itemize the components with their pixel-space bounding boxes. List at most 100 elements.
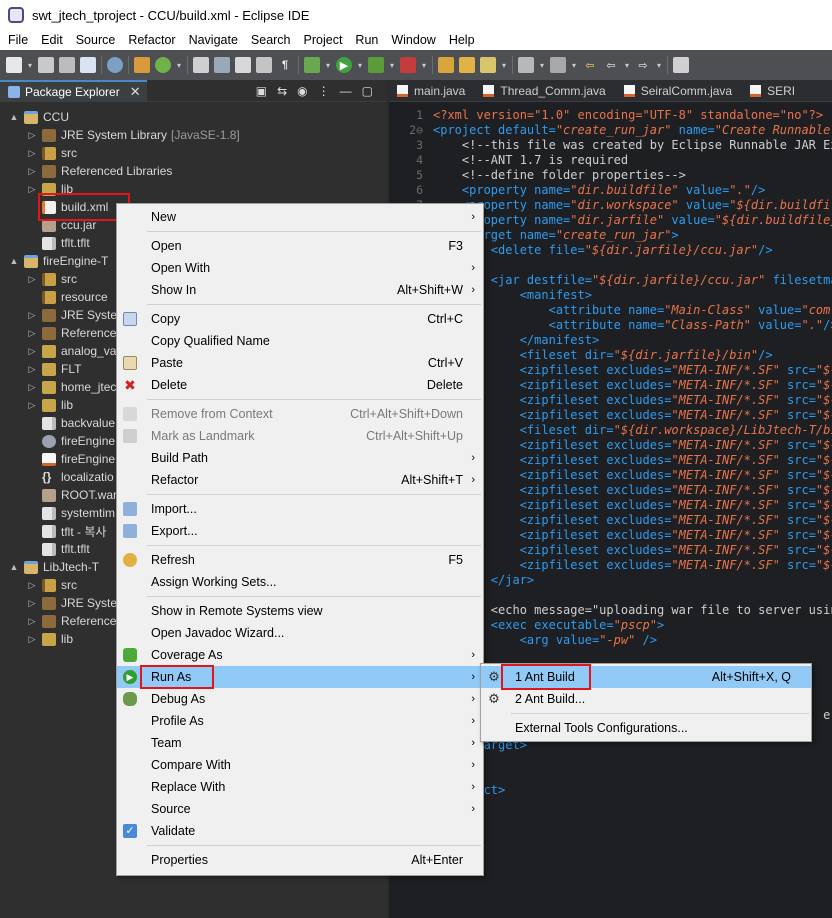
- new-icon[interactable]: [6, 57, 22, 73]
- pin-editor-icon[interactable]: [673, 57, 689, 73]
- menu-item-properties[interactable]: Properties Alt+Enter: [117, 849, 483, 871]
- menu-item-source[interactable]: Source ›: [117, 798, 483, 820]
- menu-navigate[interactable]: Navigate: [181, 33, 243, 47]
- annotation-prev-dropdown-icon[interactable]: ▾: [571, 57, 577, 73]
- menu-item-copy[interactable]: Copy Ctrl+C: [117, 308, 483, 330]
- menu-item-validate[interactable]: ✓ Validate: [117, 820, 483, 842]
- tree-item-jre-system[interactable]: ▷ JRE System: [26, 594, 127, 612]
- menu-item-build-path[interactable]: Build Path ›: [117, 447, 483, 469]
- menu-refactor[interactable]: Refactor: [120, 33, 180, 47]
- menu-item-new[interactable]: New ›: [117, 206, 483, 228]
- collapse-all-icon[interactable]: ▣: [256, 84, 267, 98]
- menu-item-assign-working-sets[interactable]: Assign Working Sets...: [117, 571, 483, 593]
- maximize-icon[interactable]: ▢: [362, 84, 373, 98]
- tree-item-fireengine[interactable]: fireEngine: [26, 432, 115, 450]
- expand-toggle-icon[interactable]: ▲: [8, 562, 20, 572]
- skip-breakpoints-icon[interactable]: [107, 57, 123, 73]
- menu-search[interactable]: Search: [243, 33, 296, 47]
- tree-item-tflt[interactable]: tflt - 복사: [26, 522, 106, 540]
- expand-toggle-icon[interactable]: ▷: [26, 328, 38, 339]
- menu-item-team[interactable]: Team ›: [117, 732, 483, 754]
- menu-item-compare-with[interactable]: Compare With ›: [117, 754, 483, 776]
- tree-item-referenced[interactable]: ▷ Referenced: [26, 612, 124, 630]
- tree-item-systemtim[interactable]: systemtim: [26, 504, 115, 522]
- tree-item-ccu[interactable]: ▲ CCU: [8, 108, 69, 126]
- expand-toggle-icon[interactable]: ▷: [26, 580, 38, 591]
- menu-item-show-in[interactable]: Show In Alt+Shift+W ›: [117, 279, 483, 301]
- tree-item-tflt-tflt[interactable]: tflt.tflt: [26, 540, 90, 558]
- open-type-icon[interactable]: [438, 57, 454, 73]
- sync-icon[interactable]: [193, 57, 209, 73]
- tree-item-jre-system[interactable]: ▷ JRE System: [26, 306, 127, 324]
- menu-item-open[interactable]: Open F3: [117, 235, 483, 257]
- external-tools-icon[interactable]: [400, 57, 416, 73]
- new-dropdown-icon[interactable]: ▾: [27, 57, 33, 73]
- tab-thread-comm-java[interactable]: Thread_Comm.java: [475, 80, 615, 102]
- menu-item-paste[interactable]: Paste Ctrl+V: [117, 352, 483, 374]
- menu-item-open-with[interactable]: Open With ›: [117, 257, 483, 279]
- tree-item-src[interactable]: ▷ src: [26, 144, 77, 162]
- menu-file[interactable]: File: [0, 33, 33, 47]
- tree-item-localizatio[interactable]: {} localizatio: [26, 468, 114, 486]
- tree-item-flt[interactable]: ▷ FLT: [26, 360, 82, 378]
- tree-item-src[interactable]: ▷ src: [26, 576, 77, 594]
- annotation-next-icon[interactable]: [518, 57, 534, 73]
- expand-toggle-icon[interactable]: ▷: [26, 148, 38, 159]
- annotation-next-dropdown-icon[interactable]: ▾: [539, 57, 545, 73]
- menu-item-profile-as[interactable]: Profile As ›: [117, 710, 483, 732]
- link-with-editor-icon[interactable]: ⇆: [277, 84, 287, 98]
- menu-project[interactable]: Project: [296, 33, 348, 47]
- last-edit-icon[interactable]: ⇦: [582, 57, 598, 73]
- menu-item-import[interactable]: Import...: [117, 498, 483, 520]
- pilcrow-icon[interactable]: ¶: [277, 57, 293, 73]
- expand-toggle-icon[interactable]: ▷: [26, 364, 38, 375]
- menu-item-copy-qualified-name[interactable]: Copy Qualified Name: [117, 330, 483, 352]
- print-icon[interactable]: [80, 57, 96, 73]
- minimize-icon[interactable]: —: [340, 84, 352, 98]
- expand-toggle-icon[interactable]: ▷: [26, 346, 38, 357]
- coverage-dropdown-icon[interactable]: ▾: [389, 57, 395, 73]
- view-menu-icon[interactable]: ⋮: [318, 84, 330, 98]
- menu-item-show-in-remote-systems-view[interactable]: Show in Remote Systems view: [117, 600, 483, 622]
- refresh-dropdown-icon[interactable]: ▾: [176, 57, 182, 73]
- save-all-icon[interactable]: [59, 57, 75, 73]
- tree-item-src[interactable]: ▷ src: [26, 270, 77, 288]
- tab-main-java[interactable]: main.java: [389, 80, 475, 102]
- tree-item-referenced-libraries[interactable]: ▷ Referenced Libraries: [26, 162, 173, 180]
- tree-item-analog-va[interactable]: ▷ analog_va: [26, 342, 117, 360]
- document-icon[interactable]: [235, 57, 251, 73]
- menu-item-refactor[interactable]: Refactor Alt+Shift+T ›: [117, 469, 483, 491]
- menu-item-export[interactable]: Export...: [117, 520, 483, 542]
- expand-toggle-icon[interactable]: ▷: [26, 184, 38, 195]
- menu-item-2-ant-build[interactable]: ⚙ 2 Ant Build...: [481, 688, 811, 710]
- tree-item-jre-system-library[interactable]: ▷ JRE System Library [JavaSE-1.8]: [26, 126, 240, 144]
- tab-package-explorer[interactable]: Package Explorer ✕: [0, 79, 147, 102]
- tree-item-fireengine-t[interactable]: ▲ fireEngine-T: [8, 252, 109, 270]
- tree-item-tflt-tflt[interactable]: tflt.tflt: [26, 234, 90, 252]
- debug-icon[interactable]: [304, 57, 320, 73]
- menu-item-replace-with[interactable]: Replace With ›: [117, 776, 483, 798]
- tree-item-backvalue[interactable]: backvalue: [26, 414, 115, 432]
- menu-item-open-javadoc-wizard[interactable]: Open Javadoc Wizard...: [117, 622, 483, 644]
- run-icon[interactable]: ▶: [336, 57, 352, 73]
- expand-toggle-icon[interactable]: ▷: [26, 130, 38, 141]
- menu-item-debug-as[interactable]: Debug As ›: [117, 688, 483, 710]
- menu-run[interactable]: Run: [347, 33, 383, 47]
- tree-item-fireengine[interactable]: fireEngine: [26, 450, 115, 468]
- coverage-icon[interactable]: [368, 57, 384, 73]
- edit-icon[interactable]: [214, 57, 230, 73]
- tree-item-root-war[interactable]: ROOT.war: [26, 486, 117, 504]
- expand-toggle-icon[interactable]: ▷: [26, 598, 38, 609]
- tree-item-lib[interactable]: ▷ lib: [26, 630, 73, 648]
- tree-item-home-jtech[interactable]: ▷ home_jtech: [26, 378, 124, 396]
- tree-item-resource[interactable]: resource: [26, 288, 108, 306]
- debug-dropdown-icon[interactable]: ▾: [325, 57, 331, 73]
- brush-dropdown-icon[interactable]: ▾: [501, 57, 507, 73]
- expand-toggle-icon[interactable]: ▷: [26, 634, 38, 645]
- menu-item-coverage-as[interactable]: Coverage As ›: [117, 644, 483, 666]
- menu-item-external-tools-configurations[interactable]: External Tools Configurations...: [481, 717, 811, 739]
- forward-icon[interactable]: ⇨: [635, 57, 651, 73]
- package-icon[interactable]: [134, 57, 150, 73]
- expand-toggle-icon[interactable]: ▲: [8, 256, 20, 266]
- menu-item-refresh[interactable]: Refresh F5: [117, 549, 483, 571]
